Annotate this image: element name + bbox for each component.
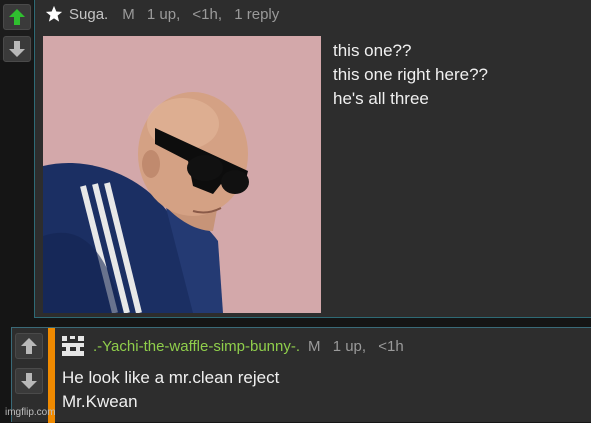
- timestamp: <1h: [378, 337, 404, 355]
- reply-body: He look like a mr.clean reject Mr.Kwean: [62, 366, 279, 414]
- reply-comment: .-Yachi-the-waffle-simp-bunny-. M 1 up, …: [11, 327, 591, 423]
- downvote-button[interactable]: [3, 36, 31, 62]
- pixel-avatar-icon[interactable]: [61, 335, 85, 357]
- comment-body: this one?? this one right here?? he's al…: [333, 39, 488, 111]
- comment-line: this one right here??: [333, 65, 488, 84]
- arrow-down-icon: [21, 373, 37, 389]
- comment-line: he's all three: [333, 89, 429, 108]
- star-icon: [45, 5, 63, 22]
- watermark: imgflip.com: [5, 407, 56, 418]
- post-vote-column: [0, 0, 33, 62]
- reply-header: .-Yachi-the-waffle-simp-bunny-. M 1 up, …: [61, 334, 412, 358]
- comment-meta: M 1 up, <1h, 1 reply: [122, 6, 287, 23]
- mod-badge: M: [122, 5, 135, 23]
- comment-line: this one??: [333, 41, 412, 60]
- meme-photo: [43, 36, 321, 313]
- arrow-up-icon: [21, 338, 37, 354]
- vote-count: 1 up,: [332, 337, 367, 355]
- reply-meta: M 1 up, <1h: [308, 338, 412, 355]
- vote-count: 1 up,: [146, 5, 181, 23]
- comment-username[interactable]: Suga.: [69, 6, 108, 23]
- timestamp: <1h,: [192, 5, 223, 23]
- reply-upvote-button[interactable]: [15, 333, 43, 359]
- reply-line: Mr.Kwean: [62, 392, 138, 411]
- reply-username[interactable]: .-Yachi-the-waffle-simp-bunny-.: [93, 338, 300, 355]
- reply-line: He look like a mr.clean reject: [62, 368, 280, 387]
- arrow-up-icon: [9, 9, 25, 25]
- comment-header: Suga. M 1 up, <1h, 1 reply: [45, 4, 287, 24]
- upvote-button[interactable]: [3, 4, 31, 30]
- mod-badge: M: [308, 337, 321, 355]
- comment-post: Suga. M 1 up, <1h, 1 reply this one?? th…: [34, 0, 591, 318]
- reply-count[interactable]: 1 reply: [234, 6, 279, 23]
- arrow-down-icon: [9, 41, 25, 57]
- comment-image[interactable]: [43, 36, 321, 313]
- reply-downvote-button[interactable]: [15, 368, 43, 394]
